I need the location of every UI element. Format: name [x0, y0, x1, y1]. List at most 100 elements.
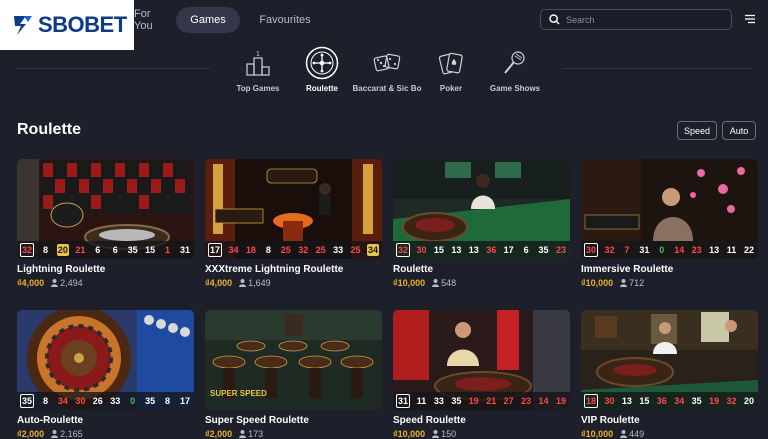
recent-number: 30: [584, 243, 599, 257]
recent-number: 21: [486, 396, 497, 406]
category-game-shows[interactable]: Game Shows: [480, 46, 550, 94]
recent-number: 30: [75, 396, 86, 406]
category-label: Baccarat & Sic Bo: [352, 84, 422, 93]
recent-number: 35: [127, 245, 138, 255]
player-count: 1,649: [239, 278, 271, 288]
person-icon: [620, 430, 628, 438]
recent-number: 30: [416, 245, 427, 255]
super-speed-roulette-image: SUPER SPEED: [205, 310, 382, 410]
person-icon: [432, 430, 440, 438]
recent-number: 6: [523, 245, 529, 255]
player-count: 712: [620, 278, 644, 288]
recent-number: 23: [521, 396, 532, 406]
game-card-auto-roulette[interactable]: 35 8 34 30 26 33 0 35 8 17 Auto-Roulette ₫2,000 2…: [17, 310, 194, 439]
search-box[interactable]: [540, 9, 732, 30]
recent-number: 6: [112, 245, 118, 255]
min-bet: ₫10,000: [393, 429, 426, 439]
recent-number: 20: [743, 396, 754, 406]
game-meta: ₫4,000 2,494: [17, 278, 194, 288]
game-card-roulette[interactable]: 32 30 15 13 13 36 17 6 35 23 Roulette ₫10,000 548: [393, 159, 570, 288]
game-meta: ₫4,000 1,649: [205, 278, 382, 288]
recent-number: 32: [604, 245, 615, 255]
game-card-immersive-roulette[interactable]: 30 32 7 31 0 14 23 13 11 22 Immersive Roulette ₫1…: [581, 159, 758, 288]
category-top-games[interactable]: 1 Top Games: [223, 46, 293, 94]
recent-number: 14: [674, 245, 685, 255]
recent-number: 36: [656, 396, 667, 406]
svg-text:1: 1: [256, 51, 260, 58]
game-meta: ₫10,000 449: [581, 429, 758, 439]
player-count-value: 2,494: [60, 278, 83, 288]
player-count-value: 2,165: [60, 429, 83, 439]
search-input[interactable]: [566, 14, 726, 25]
recent-number: 31: [396, 394, 411, 408]
game-thumbnail[interactable]: SUPER SPEED: [205, 310, 382, 410]
game-thumbnail[interactable]: 30 32 7 31 0 14 23 13 11 22: [581, 159, 758, 259]
player-count: 173: [239, 429, 263, 439]
player-count-value: 1,649: [248, 278, 271, 288]
roulette-wheel-icon: [305, 46, 339, 80]
recent-numbers: 17 34 18 8 25 32 25 33 25 34: [205, 241, 382, 259]
game-thumbnail[interactable]: 32 8 20 21 6 6 35 15 1 31: [17, 159, 194, 259]
tab-label: Games: [190, 14, 226, 26]
person-icon: [432, 279, 440, 287]
game-card-speed-roulette[interactable]: 31 11 33 35 19 21 27 23 14 19 Speed Roulette ₫10,…: [393, 310, 570, 439]
recent-number: 6: [95, 245, 101, 255]
game-card-vip-roulette[interactable]: 18 30 13 15 36 34 35 19 32 20 VIP Roulette ₫10,00…: [581, 310, 758, 439]
recent-number: 17: [179, 396, 190, 406]
player-count: 2,165: [51, 429, 83, 439]
recent-number: 27: [503, 396, 514, 406]
recent-number: 32: [298, 245, 309, 255]
filter-auto-button[interactable]: Auto: [722, 121, 756, 140]
search-icon: [549, 14, 560, 25]
menu-icon[interactable]: [744, 13, 756, 25]
recent-number: 31: [179, 245, 190, 255]
recent-number: 35: [691, 396, 702, 406]
recent-number: 31: [639, 245, 650, 255]
divider: [562, 68, 752, 69]
recent-number: 23: [555, 245, 566, 255]
recent-number: 34: [674, 396, 685, 406]
category-baccarat-sic-bo[interactable]: Baccarat & Sic Bo: [352, 46, 422, 94]
brand-name: SBOBET: [38, 12, 127, 37]
game-card-lightning-roulette[interactable]: 32 8 20 21 6 6 35 15 1 31 Lightning Roulette ₫4,0…: [17, 159, 194, 288]
game-title: Auto-Roulette: [17, 415, 84, 426]
game-thumbnail[interactable]: 18 30 13 15 36 34 35 19 32 20: [581, 310, 758, 410]
player-count: 449: [620, 429, 644, 439]
sbobet-logo[interactable]: SBOBET: [0, 0, 134, 50]
game-thumbnail[interactable]: 17 34 18 8 25 32 25 33 25 34: [205, 159, 382, 259]
min-bet: ₫2,000: [17, 429, 45, 439]
microphone-icon: [504, 51, 525, 74]
recent-number: 18: [584, 394, 599, 408]
recent-number: 25: [315, 245, 326, 255]
player-count: 548: [432, 278, 456, 288]
min-bet: ₫4,000: [17, 278, 45, 288]
game-thumbnail[interactable]: 32 30 15 13 13 36 17 6 35 23: [393, 159, 570, 259]
recent-number: 13: [709, 245, 720, 255]
tab-favourites[interactable]: Favourites: [250, 7, 320, 33]
recent-number: 33: [333, 245, 344, 255]
player-count: 150: [432, 429, 456, 439]
podium-icon: 1: [246, 51, 270, 76]
logo-mark-icon: [14, 16, 32, 35]
recent-number: 36: [486, 245, 497, 255]
category-poker[interactable]: Poker: [416, 46, 486, 94]
svg-text:SUPER SPEED: SUPER SPEED: [210, 389, 267, 398]
person-icon: [51, 430, 59, 438]
recent-number: 8: [42, 396, 48, 406]
tab-games[interactable]: Games: [176, 7, 240, 33]
player-count-value: 712: [629, 278, 645, 288]
game-card-super-speed-roulette[interactable]: SUPER SPEED Super Speed Roulette ₫2,000 …: [205, 310, 382, 439]
recent-number: 23: [691, 245, 702, 255]
recent-number: 15: [145, 245, 156, 255]
recent-number: 35: [20, 394, 35, 408]
category-label: Top Games: [236, 84, 280, 93]
recent-number: 17: [503, 245, 514, 255]
game-card-xxxtreme-lightning-roulette[interactable]: 17 34 18 8 25 32 25 33 25 34 XXXtreme Lightning R…: [205, 159, 382, 288]
recent-number: 35: [538, 245, 549, 255]
recent-number: 19: [468, 396, 479, 406]
game-thumbnail[interactable]: 35 8 34 30 26 33 0 35 8 17: [17, 310, 194, 410]
game-thumbnail[interactable]: 31 11 33 35 19 21 27 23 14 19: [393, 310, 570, 410]
tab-label: Favourites: [259, 14, 311, 26]
filter-speed-button[interactable]: Speed: [677, 121, 717, 140]
category-roulette[interactable]: Roulette: [287, 46, 357, 94]
